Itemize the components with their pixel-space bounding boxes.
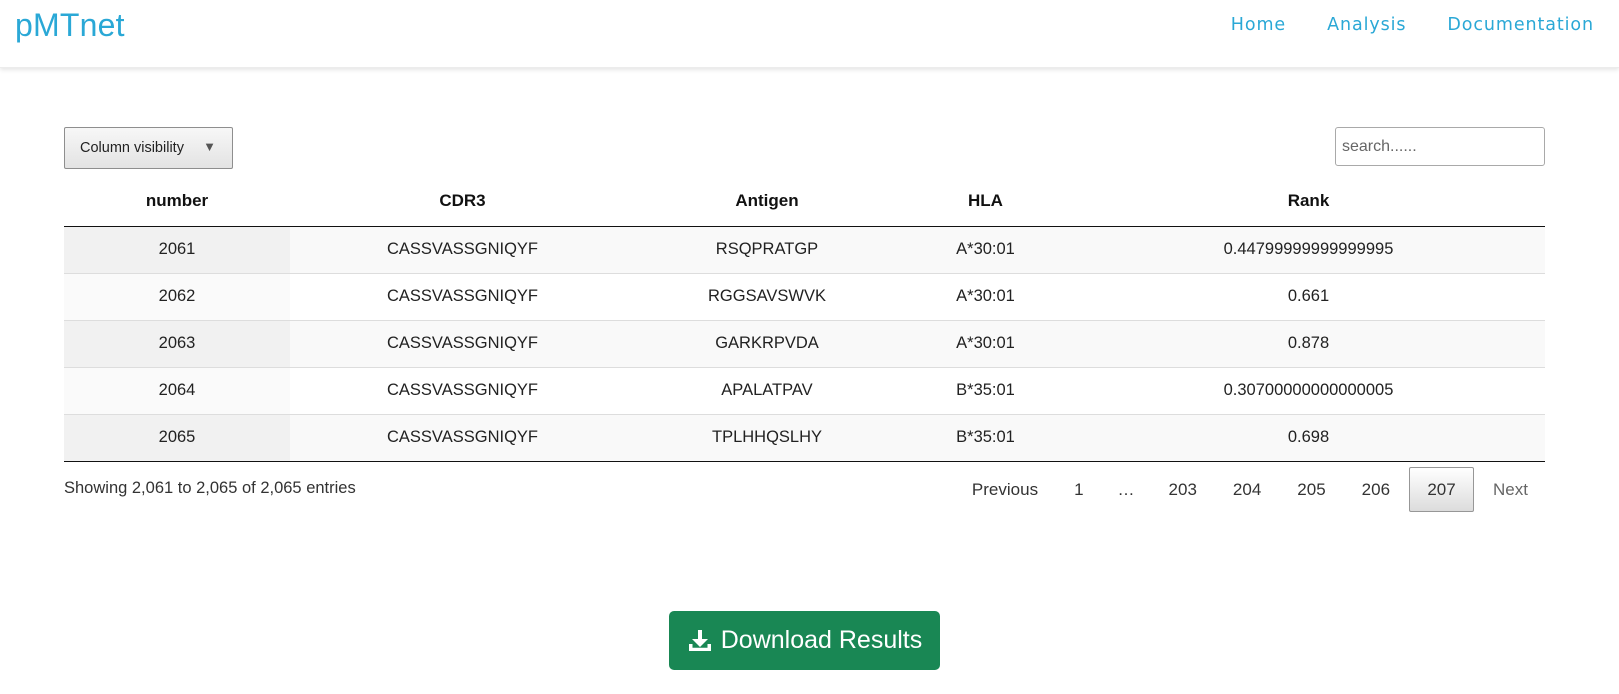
cell-hla: A*30:01 [899,319,1072,367]
column-visibility-button[interactable]: Column visibility ▼ [64,127,233,169]
cell-number: 2064 [64,366,290,414]
cell-rank: 0.698 [1072,413,1545,462]
cell-cdr3: CASSVASSGNIQYF [290,319,635,367]
search-input[interactable] [1335,127,1545,166]
cell-antigen: GARKRPVDA [635,319,899,367]
download-icon [688,629,711,651]
caret-down-icon: ▼ [203,139,216,154]
cell-antigen: TPLHHQSLHY [635,413,899,462]
pagination-page-1[interactable]: 1 [1057,467,1100,512]
cell-rank: 0.661 [1072,272,1545,320]
pagination-previous[interactable]: Previous [955,467,1055,512]
cell-antigen: APALATPAV [635,366,899,414]
results-table: number CDR3 Antigen HLA Rank 2061 CASSVA… [64,177,1545,462]
column-header-antigen[interactable]: Antigen [635,177,899,227]
table-header-row: number CDR3 Antigen HLA Rank [64,177,1545,227]
pagination-ellipsis: … [1117,479,1135,499]
cell-rank: 0.878 [1072,319,1545,367]
pagination-page-206[interactable]: 206 [1345,467,1407,512]
pagination: Previous 1 … 203 204 205 206 207 Next [953,467,1545,512]
cell-cdr3: CASSVASSGNIQYF [290,226,635,273]
cell-number: 2062 [64,272,290,320]
cell-hla: A*30:01 [899,226,1072,273]
cell-number: 2063 [64,319,290,367]
cell-hla: A*30:01 [899,272,1072,320]
pagination-page-203[interactable]: 203 [1152,467,1214,512]
nav-analysis-link[interactable]: Analysis [1327,15,1406,35]
table-row: 2065 CASSVASSGNIQYF TPLHHQSLHY B*35:01 0… [64,413,1545,462]
cell-cdr3: CASSVASSGNIQYF [290,272,635,320]
cell-antigen: RSQPRATGP [635,226,899,273]
cell-hla: B*35:01 [899,366,1072,414]
cell-number: 2061 [64,226,290,273]
cell-cdr3: CASSVASSGNIQYF [290,413,635,462]
nav-home-link[interactable]: Home [1231,15,1286,35]
table-row: 2063 CASSVASSGNIQYF GARKRPVDA A*30:01 0.… [64,319,1545,367]
table-info: Showing 2,061 to 2,065 of 2,065 entries [64,479,356,497]
nav-documentation-link[interactable]: Documentation [1447,15,1594,35]
table-row: 2062 CASSVASSGNIQYF RGGSAVSWVK A*30:01 0… [64,272,1545,320]
cell-rank: 0.30700000000000005 [1072,366,1545,414]
cell-hla: B*35:01 [899,413,1072,462]
column-header-cdr3[interactable]: CDR3 [290,177,635,227]
cell-rank: 0.44799999999999995 [1072,226,1545,273]
download-label: Download Results [720,626,923,654]
column-visibility-label: Column visibility [80,140,184,156]
pagination-page-207-current[interactable]: 207 [1409,467,1475,512]
navbar: pMTnet Home Analysis Documentation [0,0,1619,68]
cell-cdr3: CASSVASSGNIQYF [290,366,635,414]
brand-logo[interactable]: pMTnet [15,7,125,44]
nav-links: Home Analysis Documentation [1231,15,1594,35]
pagination-next[interactable]: Next [1476,467,1545,512]
cell-number: 2065 [64,413,290,462]
cell-antigen: RGGSAVSWVK [635,272,899,320]
column-header-rank[interactable]: Rank [1072,177,1545,227]
pagination-page-205[interactable]: 205 [1280,467,1342,512]
column-header-hla[interactable]: HLA [899,177,1072,227]
table-row: 2061 CASSVASSGNIQYF RSQPRATGP A*30:01 0.… [64,226,1545,273]
download-results-button[interactable]: Download Results [669,611,940,670]
column-header-number[interactable]: number [64,177,290,227]
pagination-page-204[interactable]: 204 [1216,467,1278,512]
table-row: 2064 CASSVASSGNIQYF APALATPAV B*35:01 0.… [64,366,1545,414]
